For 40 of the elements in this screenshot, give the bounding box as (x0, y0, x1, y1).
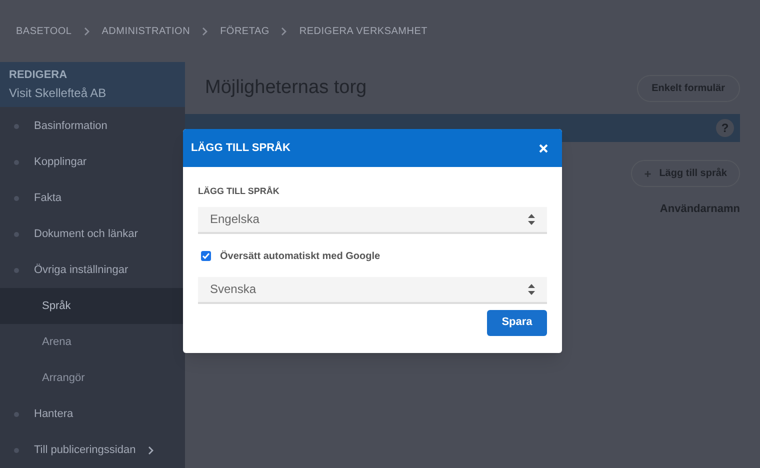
bullet-icon (14, 412, 19, 416)
close-icon (539, 144, 548, 152)
field-label: LÄGG TILL SPRÅK (198, 185, 280, 198)
breadcrumb-link[interactable]: REDIGERA VERKSAMHET (299, 24, 428, 38)
close-button[interactable] (539, 144, 548, 152)
check-icon (202, 252, 210, 260)
company-name: Visit Skellefteå AB (9, 84, 108, 102)
sort-arrows-icon (528, 284, 535, 294)
plus-sign: + (644, 168, 652, 180)
dialog-title: LÄGG TILL SPRÅK (191, 140, 290, 156)
language-select[interactable]: Engelska (198, 206, 547, 234)
sidebar-item[interactable]: Till publiceringssidan (0, 432, 185, 468)
bullet-icon (14, 448, 19, 452)
breadcrumb-link[interactable]: BASETOOL (16, 24, 72, 38)
breadcrumb-link[interactable]: ADMINISTRATION (102, 24, 190, 38)
source-language-select[interactable]: Svenska (198, 276, 547, 304)
sidebar-item[interactable]: Basinformation (0, 108, 185, 144)
chevron-right-icon (84, 26, 90, 36)
checkbox-label: Översätt automatiskt med Google (220, 250, 380, 264)
sidebar-item[interactable]: Arrangör (0, 360, 185, 396)
bullet-icon (14, 124, 19, 128)
sidebar-item[interactable]: Arena (0, 324, 185, 360)
sidebar-item[interactable]: Övriga inställningar (0, 252, 185, 288)
bullet-icon (14, 160, 19, 164)
sidebar-heading: REDIGERA (9, 68, 68, 84)
sidebar-item[interactable]: Dokument och länkar (0, 216, 185, 252)
chevron-right-icon (281, 26, 288, 36)
sidebar-item[interactable]: Kopplingar (0, 144, 185, 180)
save-button[interactable]: Spara (487, 310, 547, 336)
checkbox[interactable] (201, 251, 211, 261)
sidebar-item[interactable]: Hantera (0, 396, 185, 432)
breadcrumb-link[interactable]: FÖRETAG (220, 24, 270, 38)
chevron-right-icon (148, 446, 154, 454)
bullet-icon (14, 196, 19, 200)
chevron-right-icon (202, 26, 208, 36)
sidebar-item[interactable]: Fakta (0, 180, 185, 216)
sidebar-item[interactable]: Språk (0, 288, 185, 324)
bullet-icon (14, 268, 19, 272)
bullet-icon (14, 232, 19, 236)
sort-arrows-icon (528, 214, 535, 224)
